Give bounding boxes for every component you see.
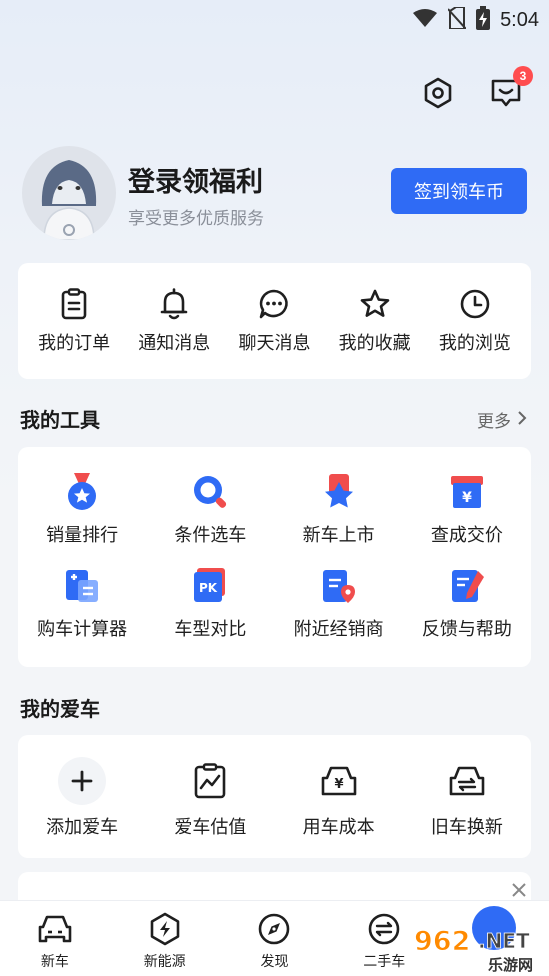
- login-title[interactable]: 登录领福利: [128, 160, 263, 199]
- car-item-label: 爱车估值: [174, 817, 247, 838]
- tools-more-link[interactable]: 更多: [477, 407, 527, 432]
- plus-icon: [58, 757, 107, 805]
- no-sim-icon: [447, 6, 467, 33]
- wifi-icon: [412, 8, 438, 32]
- magnifier-icon: [191, 473, 229, 511]
- tab-new-energy[interactable]: 新能源: [110, 901, 220, 976]
- tab-discover[interactable]: 发现: [220, 901, 330, 976]
- tool-label: 购车计算器: [37, 619, 128, 640]
- tab-label: 发现: [260, 954, 289, 970]
- car-cost[interactable]: ¥ 用车成本: [275, 759, 403, 858]
- chevron-right-icon: [517, 410, 527, 430]
- feedback-icon: [448, 567, 486, 605]
- svg-text:.NET: .NET: [478, 929, 530, 953]
- medal-icon: [63, 473, 101, 511]
- message-badge: 3: [513, 66, 533, 86]
- tab-label: 新车: [40, 954, 69, 970]
- svg-text:962: 962: [414, 926, 470, 957]
- my-car-card: 添加爱车 爱车估值 ¥ 用车成本 旧车换新: [18, 735, 531, 858]
- svg-text:PK: PK: [199, 581, 218, 595]
- car-valuation[interactable]: 爱车估值: [146, 759, 274, 858]
- dealer-icon: [320, 567, 358, 605]
- tool-label: 车型对比: [174, 619, 247, 640]
- tool-label: 条件选车: [174, 525, 247, 546]
- car-add[interactable]: 添加爱车: [18, 757, 146, 858]
- status-bar: 5:04: [0, 0, 549, 38]
- watermark: 962 .NET 乐游网: [402, 920, 549, 976]
- quick-item-label: 我的收藏: [338, 333, 411, 354]
- pk-icon: PK: [191, 567, 229, 605]
- cost-icon: ¥: [317, 759, 361, 803]
- quick-item-label: 通知消息: [138, 333, 211, 354]
- settings-button[interactable]: [419, 76, 457, 114]
- bell-icon: [157, 287, 191, 321]
- messages-button[interactable]: 3: [487, 66, 533, 114]
- svg-text:¥: ¥: [462, 490, 472, 506]
- tool-label: 新车上市: [302, 525, 375, 546]
- more-label: 更多: [477, 412, 511, 432]
- svg-text:乐游网: 乐游网: [488, 956, 533, 974]
- star-icon: [358, 287, 392, 321]
- car-icon: [37, 911, 73, 947]
- tab-new-car[interactable]: 新车: [0, 901, 110, 976]
- tool-calculator[interactable]: 购车计算器: [18, 567, 146, 641]
- car-trade-in[interactable]: 旧车换新: [403, 759, 531, 858]
- price-icon: ¥: [448, 473, 486, 511]
- tool-feedback[interactable]: 反馈与帮助: [403, 567, 531, 641]
- close-icon[interactable]: [511, 882, 527, 902]
- tools-title: 我的工具: [20, 408, 100, 432]
- settings-hex-icon: [423, 77, 453, 113]
- tools-card: 销量排行 条件选车 新车上市 ¥ 查成交价 购车计算器 PK 车型对比 附近经销…: [18, 447, 531, 667]
- avatar[interactable]: [22, 146, 116, 240]
- quick-item-history[interactable]: 我的浏览: [427, 287, 523, 355]
- quick-item-label: 聊天消息: [238, 333, 311, 354]
- tool-label: 销量排行: [46, 525, 119, 546]
- tool-label: 反馈与帮助: [421, 619, 512, 640]
- my-car-title: 我的爱车: [20, 697, 100, 721]
- tool-compare[interactable]: PK 车型对比: [146, 567, 274, 641]
- tool-label: 查成交价: [430, 525, 503, 546]
- tool-nearby-dealers[interactable]: 附近经销商: [275, 567, 403, 641]
- valuation-icon: [188, 759, 232, 803]
- tab-label: 二手车: [363, 954, 406, 970]
- battery-charging-icon: [476, 6, 491, 34]
- quick-actions-card: 我的订单 通知消息 聊天消息 我的收藏 我的浏览: [18, 263, 531, 379]
- profile-section: 登录领福利 享受更多优质服务 签到领车币: [22, 146, 527, 240]
- login-subtitle: 享受更多优质服务: [128, 209, 264, 229]
- quick-item-label: 我的浏览: [438, 333, 511, 354]
- status-time: 5:04: [500, 8, 539, 31]
- order-icon: [57, 287, 91, 321]
- calculator-icon: [63, 567, 101, 605]
- trade-in-icon: [445, 759, 489, 803]
- tool-new-cars[interactable]: 新车上市: [275, 473, 403, 547]
- compass-icon: [256, 911, 292, 947]
- new-car-icon: [320, 473, 358, 511]
- tool-label: 附近经销商: [293, 619, 384, 640]
- quick-item-favorites[interactable]: 我的收藏: [327, 287, 423, 355]
- tab-label: 新能源: [143, 954, 186, 970]
- quick-item-orders[interactable]: 我的订单: [26, 287, 122, 355]
- quick-item-label: 我的订单: [38, 333, 111, 354]
- clock-icon: [458, 287, 492, 321]
- car-item-label: 旧车换新: [430, 817, 503, 838]
- tool-transaction-price[interactable]: ¥ 查成交价: [403, 473, 531, 547]
- quick-item-notifications[interactable]: 通知消息: [126, 287, 222, 355]
- header-actions: 3: [419, 66, 533, 114]
- tool-sales-ranking[interactable]: 销量排行: [18, 473, 146, 547]
- svg-text:¥: ¥: [334, 777, 343, 792]
- tool-filter-cars[interactable]: 条件选车: [146, 473, 274, 547]
- energy-icon: [147, 911, 183, 947]
- car-item-label: 用车成本: [302, 817, 375, 838]
- chat-icon: [257, 287, 291, 321]
- quick-item-chat[interactable]: 聊天消息: [226, 287, 322, 355]
- exchange-icon: [366, 911, 402, 947]
- signin-button[interactable]: 签到领车币: [391, 168, 527, 214]
- car-item-label: 添加爱车: [46, 817, 119, 838]
